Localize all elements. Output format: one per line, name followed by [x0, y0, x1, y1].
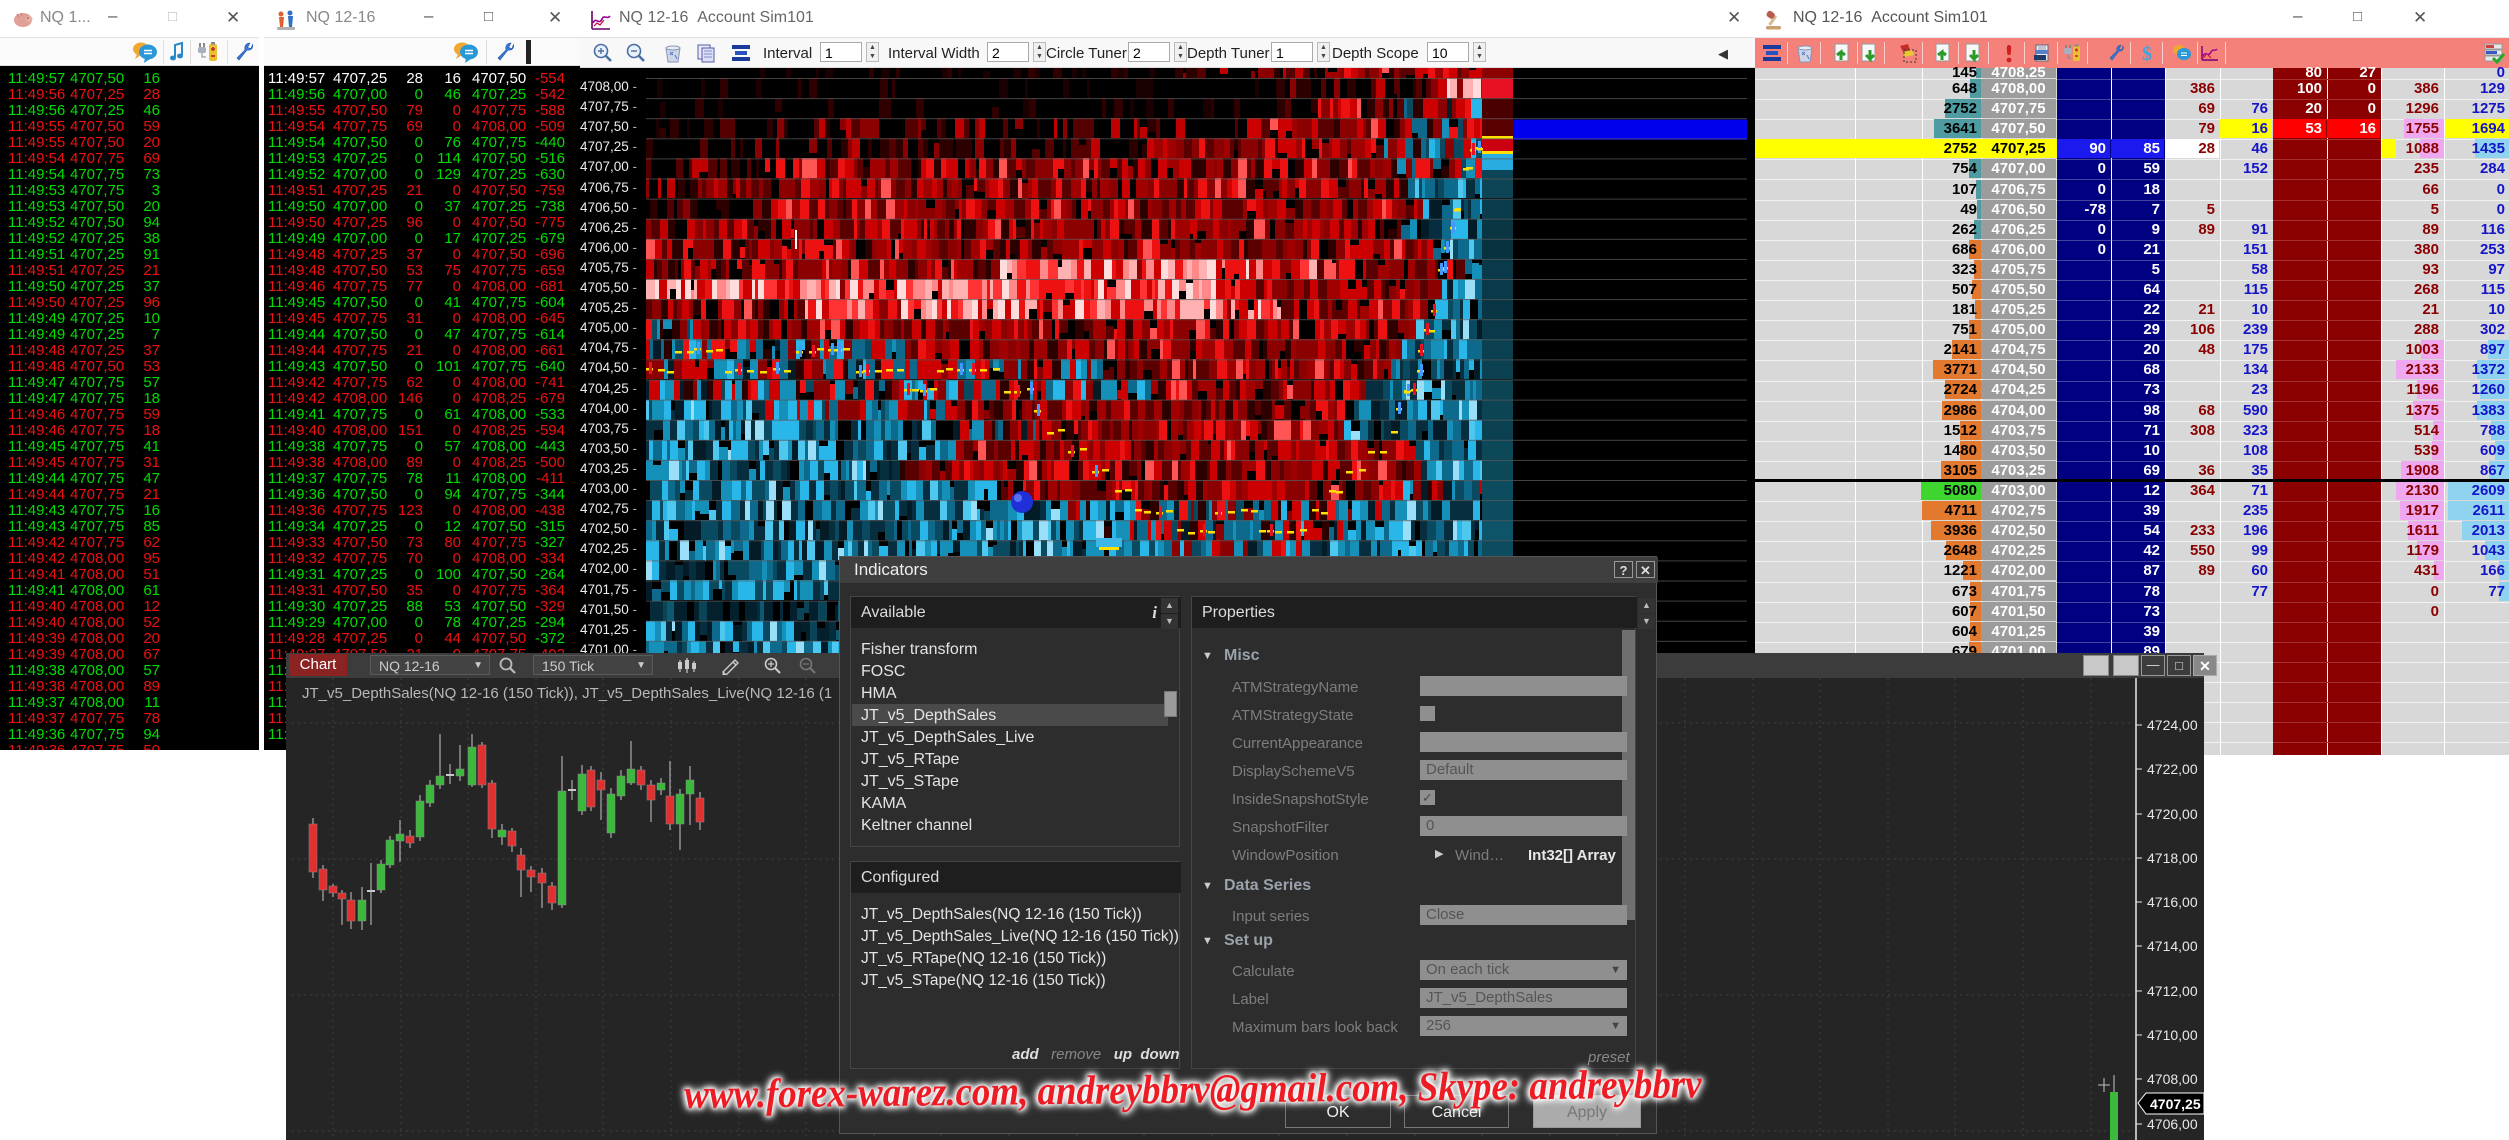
svg-text:4707,25: 4707,25	[2150, 1096, 2201, 1112]
svg-text:4706,00: 4706,00	[2147, 1116, 2198, 1132]
svg-text:4718,00: 4718,00	[2147, 850, 2198, 866]
svg-text:4724,00: 4724,00	[2147, 717, 2198, 733]
svg-text:4716,00: 4716,00	[2147, 894, 2198, 910]
svg-text:4712,00: 4712,00	[2147, 983, 2198, 999]
svg-text:4710,00: 4710,00	[2147, 1027, 2198, 1043]
svg-text:4708,00: 4708,00	[2147, 1071, 2198, 1087]
svg-text:4722,00: 4722,00	[2147, 761, 2198, 777]
svg-text:4714,00: 4714,00	[2147, 938, 2198, 954]
svg-text:4720,00: 4720,00	[2147, 806, 2198, 822]
svg-text:$: $	[2142, 43, 2152, 64]
